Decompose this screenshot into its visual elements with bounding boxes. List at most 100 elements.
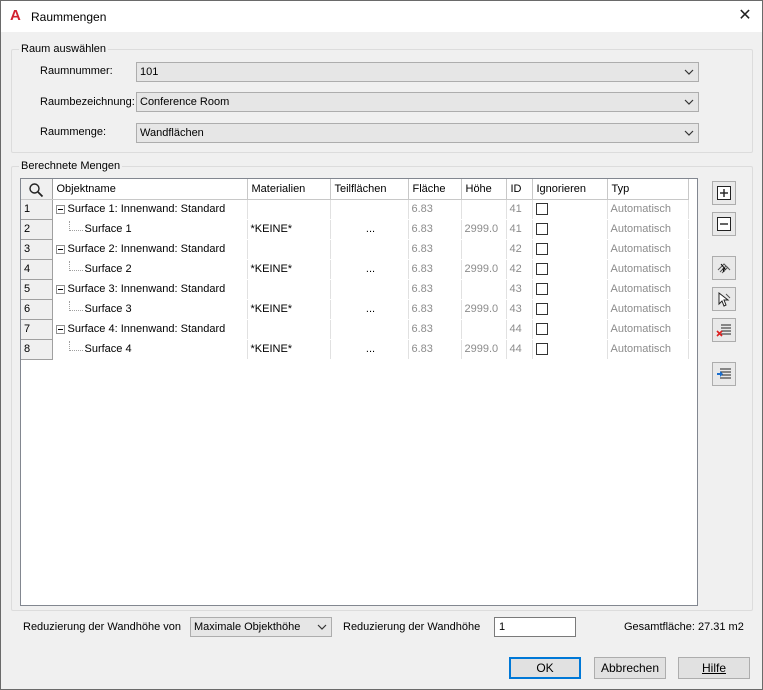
- search-icon[interactable]: [21, 179, 53, 200]
- object-name: Surface 1: Innenwand: Standard: [67, 203, 226, 215]
- table-row[interactable]: 6 Surface 3 *KEINE*... 6.83 2999.0 43 Automati…: [21, 299, 689, 320]
- subsurfaces-cell[interactable]: ...: [330, 219, 409, 240]
- height-cell: 2999.0: [461, 299, 507, 320]
- area-cell: 6.83: [408, 319, 462, 340]
- wall-reduction-from-dropdown[interactable]: Maximale Objekthöhe: [190, 617, 332, 637]
- material-cell[interactable]: [247, 199, 331, 220]
- ignore-checkbox[interactable]: [535, 283, 548, 296]
- table-row[interactable]: 8 Surface 4 *KEINE*... 6.83 2999.0 44 Automati…: [21, 339, 689, 360]
- column-header-typ[interactable]: Typ: [607, 179, 689, 200]
- pick-object-button[interactable]: [712, 287, 736, 311]
- row-number[interactable]: 6: [21, 299, 53, 320]
- subsurfaces-cell[interactable]: ...: [330, 339, 409, 360]
- material-cell[interactable]: *KEINE*: [247, 219, 331, 240]
- room-quantity-label: Raummenge:: [40, 126, 107, 138]
- material-cell[interactable]: *KEINE*: [247, 299, 331, 320]
- subsurfaces-cell[interactable]: [330, 239, 409, 260]
- subsurfaces-cell[interactable]: [330, 279, 409, 300]
- object-name-cell[interactable]: Surface 4: [52, 339, 248, 360]
- ok-button-label: OK: [536, 661, 554, 675]
- subsurfaces-cell[interactable]: [330, 319, 409, 340]
- column-header-materialien[interactable]: Materialien: [247, 179, 331, 200]
- ignore-checkbox[interactable]: [535, 343, 548, 356]
- table-row[interactable]: 5 Surface 3: Innenwand: Standard 6.83 43 Aut…: [21, 279, 689, 300]
- subsurfaces-cell[interactable]: ...: [330, 259, 409, 280]
- subsurfaces-cell[interactable]: [330, 199, 409, 220]
- id-cell: 42: [506, 239, 533, 260]
- row-number[interactable]: 4: [21, 259, 53, 280]
- id-cell: 42: [506, 259, 533, 280]
- total-area-label: Gesamtfläche: 27.31 m2: [624, 621, 744, 633]
- material-cell[interactable]: [247, 279, 331, 300]
- object-name-cell[interactable]: Surface 1: Innenwand: Standard: [52, 199, 248, 220]
- object-name-cell[interactable]: Surface 2: Innenwand: Standard: [52, 239, 248, 260]
- object-name-cell[interactable]: Surface 2: [52, 259, 248, 280]
- area-cell: 6.83: [408, 199, 462, 220]
- row-number[interactable]: 2: [21, 219, 53, 240]
- edit-list-button[interactable]: [712, 362, 736, 386]
- collapse-toggle-icon[interactable]: [55, 244, 65, 254]
- type-cell: Automatisch: [607, 279, 689, 300]
- ignore-checkbox[interactable]: [535, 323, 548, 336]
- room-quantity-dropdown[interactable]: Wandflächen: [136, 123, 699, 143]
- row-number[interactable]: 7: [21, 319, 53, 340]
- chevron-down-icon: [317, 618, 327, 630]
- room-name-label: Raumbezeichnung:: [40, 96, 135, 108]
- table-row[interactable]: 4 Surface 2 *KEINE*... 6.83 2999.0 42 Automati…: [21, 259, 689, 280]
- select-surface-button[interactable]: [712, 256, 736, 280]
- remove-list-button[interactable]: [712, 318, 736, 342]
- row-number[interactable]: 5: [21, 279, 53, 300]
- column-header-teilflaechen[interactable]: Teilflächen: [330, 179, 409, 200]
- table-row[interactable]: 2 Surface 1 *KEINE*... 6.83 2999.0 41 Automati…: [21, 219, 689, 240]
- object-name-cell[interactable]: Surface 3: Innenwand: Standard: [52, 279, 248, 300]
- ignore-checkbox[interactable]: [535, 303, 548, 316]
- row-number[interactable]: 1: [21, 199, 53, 220]
- room-number-dropdown[interactable]: 101: [136, 62, 699, 82]
- table-row[interactable]: 7 Surface 4: Innenwand: Standard 6.83 44 Aut…: [21, 319, 689, 340]
- object-name-cell[interactable]: Surface 3: [52, 299, 248, 320]
- collapse-all-button[interactable]: [712, 212, 736, 236]
- material-cell[interactable]: [247, 319, 331, 340]
- object-name-cell[interactable]: Surface 4: Innenwand: Standard: [52, 319, 248, 340]
- help-button[interactable]: Hilfe: [678, 657, 750, 679]
- ignore-checkbox[interactable]: [535, 223, 548, 236]
- row-number[interactable]: 3: [21, 239, 53, 260]
- material-cell[interactable]: *KEINE*: [247, 339, 331, 360]
- subsurfaces-cell[interactable]: ...: [330, 299, 409, 320]
- quantities-grid[interactable]: Objektname Materialien Teilflächen Fläch…: [20, 178, 698, 606]
- material-cell[interactable]: *KEINE*: [247, 259, 331, 280]
- ignore-checkbox[interactable]: [535, 243, 548, 256]
- collapse-toggle-icon[interactable]: [55, 324, 65, 334]
- chevron-down-icon: [684, 124, 694, 136]
- ok-button[interactable]: OK: [509, 657, 581, 679]
- table-row[interactable]: 1 Surface 1: Innenwand: Standard 6.83 41 Aut…: [21, 199, 689, 220]
- remove-list-icon: [716, 324, 731, 337]
- ignore-checkbox[interactable]: [535, 203, 548, 216]
- ignore-checkbox[interactable]: [535, 263, 548, 276]
- column-header-id[interactable]: ID: [506, 179, 533, 200]
- close-icon[interactable]: ✕: [733, 5, 757, 27]
- object-name: Surface 2: Innenwand: Standard: [67, 243, 226, 255]
- object-name: Surface 1: [84, 223, 132, 235]
- type-cell: Automatisch: [607, 259, 689, 280]
- cancel-button[interactable]: Abbrechen: [594, 657, 666, 679]
- collapse-toggle-icon[interactable]: [55, 284, 65, 294]
- collapse-toggle-icon[interactable]: [55, 204, 65, 214]
- table-row[interactable]: 3 Surface 2: Innenwand: Standard 6.83 42 Aut…: [21, 239, 689, 260]
- height-cell: [461, 199, 507, 220]
- column-header-ignorieren[interactable]: Ignorieren: [532, 179, 608, 200]
- column-header-hoehe[interactable]: Höhe: [461, 179, 507, 200]
- type-cell: Automatisch: [607, 299, 689, 320]
- id-cell: 41: [506, 199, 533, 220]
- expand-all-button[interactable]: [712, 181, 736, 205]
- column-header-flaeche[interactable]: Fläche: [408, 179, 462, 200]
- object-name-cell[interactable]: Surface 1: [52, 219, 248, 240]
- ignore-cell: [532, 199, 608, 220]
- material-cell[interactable]: [247, 239, 331, 260]
- row-number[interactable]: 8: [21, 339, 53, 360]
- room-name-dropdown[interactable]: Conference Room: [136, 92, 699, 112]
- type-cell: Automatisch: [607, 339, 689, 360]
- column-header-objektname[interactable]: Objektname: [52, 179, 248, 200]
- wall-reduction-input[interactable]: 1: [494, 617, 576, 637]
- room-number-value: 101: [140, 66, 159, 78]
